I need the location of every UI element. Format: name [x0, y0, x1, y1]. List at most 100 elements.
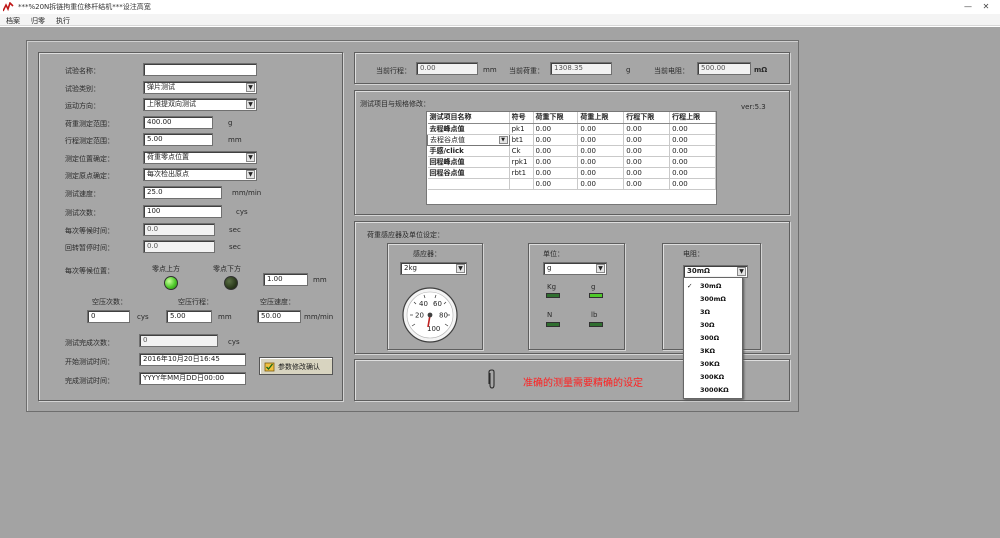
current-stroke-label: 当前行程： — [376, 67, 411, 75]
spec-cell-stroke-min[interactable]: 0.00 — [623, 156, 671, 168]
spec-row[interactable]: 去程谷点值 ▼ bt1 0.00 0.00 0.00 0.00 — [427, 133, 716, 146]
chevron-down-icon[interactable]: ▼ — [246, 83, 255, 92]
origin-mode-select[interactable]: 每次检出原点 ▼ — [143, 168, 257, 181]
spec-row[interactable]: 手感/click Ck 0.00 0.00 0.00 0.00 — [427, 145, 716, 157]
speed-field[interactable]: 25.0 — [143, 186, 222, 199]
spec-cell-name[interactable]: 去程峰点值 — [427, 123, 510, 135]
sensor-select[interactable]: 2kg ▼ — [400, 262, 467, 275]
spec-cell-load-max[interactable]: 0.00 — [577, 123, 625, 135]
spec-cell-stroke-max[interactable]: 0.00 — [669, 178, 716, 190]
spec-cell-load-min[interactable]: 0.00 — [533, 156, 579, 168]
spec-cell-load-min[interactable]: 0.00 — [533, 178, 579, 190]
wait-distance-field[interactable]: 1.00 — [263, 273, 308, 286]
spec-cell-symbol[interactable] — [509, 178, 534, 190]
chevron-down-icon[interactable]: ▼ — [737, 267, 746, 276]
spec-cell-stroke-max[interactable]: 0.00 — [669, 123, 716, 135]
spec-cell-symbol[interactable]: Ck — [509, 145, 534, 157]
load-range-field[interactable]: 400.00 — [143, 116, 213, 129]
spec-cell-name[interactable]: 回程谷点值 — [427, 167, 510, 179]
count-field[interactable]: 100 — [143, 205, 222, 218]
spec-row[interactable]: 去程峰点值 pk1 0.00 0.00 0.00 0.00 — [427, 123, 716, 135]
idle-count-field[interactable]: 0 — [87, 310, 130, 323]
direction-select[interactable]: 上限提双向测试 ▼ — [143, 98, 257, 111]
menu-item-run[interactable]: 执行 — [56, 16, 70, 26]
idle-speed-field[interactable]: 50.00 — [257, 310, 301, 323]
spec-cell-symbol[interactable]: rpk1 — [509, 156, 534, 168]
test-type-select[interactable]: 弹片测试 ▼ — [143, 81, 257, 94]
resistance-dropdown-list[interactable]: ✓ 30mΩ 300mΩ 3Ω 30Ω 300Ω 3KΩ 30KΩ 300KΩ 3… — [683, 277, 743, 399]
spec-cell-symbol[interactable]: rbt1 — [509, 167, 534, 179]
zero-above-label: 零点上方 — [152, 265, 180, 273]
close-icon[interactable]: ✕ — [980, 1, 992, 12]
zero-below-led[interactable] — [224, 276, 238, 290]
resistance-option-30[interactable]: 30Ω — [684, 320, 742, 330]
current-stroke-unit: mm — [483, 66, 497, 74]
spec-cell-stroke-min[interactable]: 0.00 — [623, 167, 671, 179]
spec-cell-stroke-min[interactable]: 0.00 — [623, 123, 671, 135]
spec-cell-load-min[interactable]: 0.00 — [533, 123, 579, 135]
spec-cell-load-max[interactable]: 0.00 — [577, 156, 625, 168]
paperclip-icon — [488, 369, 495, 389]
spec-cell-stroke-max[interactable]: 0.00 — [669, 167, 716, 179]
unit-select[interactable]: g ▼ — [543, 262, 607, 275]
stroke-range-field[interactable]: 5.00 — [143, 133, 213, 146]
chevron-down-icon[interactable]: ▼ — [246, 153, 255, 162]
pause-time-field[interactable]: 0.0 — [143, 240, 215, 253]
confirm-params-button[interactable]: 参数修改确认 — [259, 357, 333, 375]
stroke-range-unit: mm — [228, 136, 242, 144]
start-time-field[interactable]: 2016年10月20日16:45 — [139, 353, 246, 366]
direction-label: 运动方向： — [65, 102, 100, 110]
done-count-unit: cys — [228, 338, 240, 346]
origin-mode-value: 每次检出原点 — [147, 170, 189, 178]
spec-cell-name[interactable] — [427, 178, 510, 190]
spec-cell-load-min[interactable]: 0.00 — [533, 134, 579, 146]
speed-unit: mm/min — [232, 189, 262, 197]
minimize-icon[interactable]: — — [962, 1, 974, 12]
spec-cell-stroke-max[interactable]: 0.00 — [669, 145, 716, 157]
resistance-option-300k[interactable]: 300KΩ — [684, 372, 742, 382]
wait-time-field[interactable]: 0.0 — [143, 223, 215, 236]
resistance-option-30k[interactable]: 30KΩ — [684, 359, 742, 369]
spec-cell-load-min[interactable]: 0.00 — [533, 145, 579, 157]
sensor-value: 2kg — [404, 264, 417, 272]
end-time-field[interactable]: YYYY年MM月DD日00:00 — [139, 372, 246, 385]
spec-cell-load-max[interactable]: 0.00 — [577, 167, 625, 179]
spec-cell-load-max[interactable]: 0.00 — [577, 134, 625, 146]
current-stroke-field: 0.00 — [416, 62, 478, 75]
chevron-down-icon[interactable]: ▼ — [246, 170, 255, 179]
spec-cell-stroke-min[interactable]: 0.00 — [623, 178, 671, 190]
chevron-down-icon[interactable]: ▼ — [246, 100, 255, 109]
spec-cell-stroke-min[interactable]: 0.00 — [623, 145, 671, 157]
spec-cell-symbol[interactable]: pk1 — [509, 123, 534, 135]
spec-cell-load-min[interactable]: 0.00 — [533, 167, 579, 179]
spec-cell-name-select[interactable]: 去程谷点值 ▼ — [427, 133, 510, 146]
spec-cell-load-max[interactable]: 0.00 — [577, 178, 625, 190]
spec-cell-name[interactable]: 回程峰点值 — [427, 156, 510, 168]
spec-cell-load-max[interactable]: 0.00 — [577, 145, 625, 157]
spec-cell-stroke-max[interactable]: 0.00 — [669, 134, 716, 146]
menu-item-file[interactable]: 档案 — [6, 16, 20, 26]
spec-cell-stroke-max[interactable]: 0.00 — [669, 156, 716, 168]
idle-stroke-field[interactable]: 5.00 — [166, 310, 212, 323]
spec-row[interactable]: 回程谷点值 rbt1 0.00 0.00 0.00 0.00 — [427, 167, 716, 179]
chevron-down-icon[interactable]: ▼ — [456, 264, 465, 273]
spec-row[interactable]: 回程峰点值 rpk1 0.00 0.00 0.00 0.00 — [427, 156, 716, 168]
menu-item-zero[interactable]: 归零 — [31, 16, 45, 26]
test-name-field[interactable] — [143, 63, 257, 76]
start-time-label: 开始测试时间： — [65, 358, 114, 366]
count-label: 测试次数： — [65, 209, 100, 217]
chevron-down-icon[interactable]: ▼ — [498, 135, 508, 144]
resistance-option-3[interactable]: 3Ω — [684, 307, 742, 317]
zero-above-led[interactable] — [164, 276, 178, 290]
resistance-option-3000k[interactable]: 3000KΩ — [684, 385, 742, 395]
spec-cell-stroke-min[interactable]: 0.00 — [623, 134, 671, 146]
chevron-down-icon[interactable]: ▼ — [596, 264, 605, 273]
resistance-option-30m[interactable]: ✓ 30mΩ — [684, 281, 742, 291]
spec-cell-symbol[interactable]: bt1 — [509, 134, 534, 146]
resistance-option-3k[interactable]: 3KΩ — [684, 346, 742, 356]
position-mode-select[interactable]: 荷重零点位置 ▼ — [143, 151, 257, 164]
resistance-option-300[interactable]: 300Ω — [684, 333, 742, 343]
spec-cell-name[interactable]: 手感/click — [427, 145, 510, 157]
spec-row[interactable]: 0.00 0.00 0.00 0.00 — [427, 178, 716, 190]
resistance-option-300m[interactable]: 300mΩ — [684, 294, 742, 304]
